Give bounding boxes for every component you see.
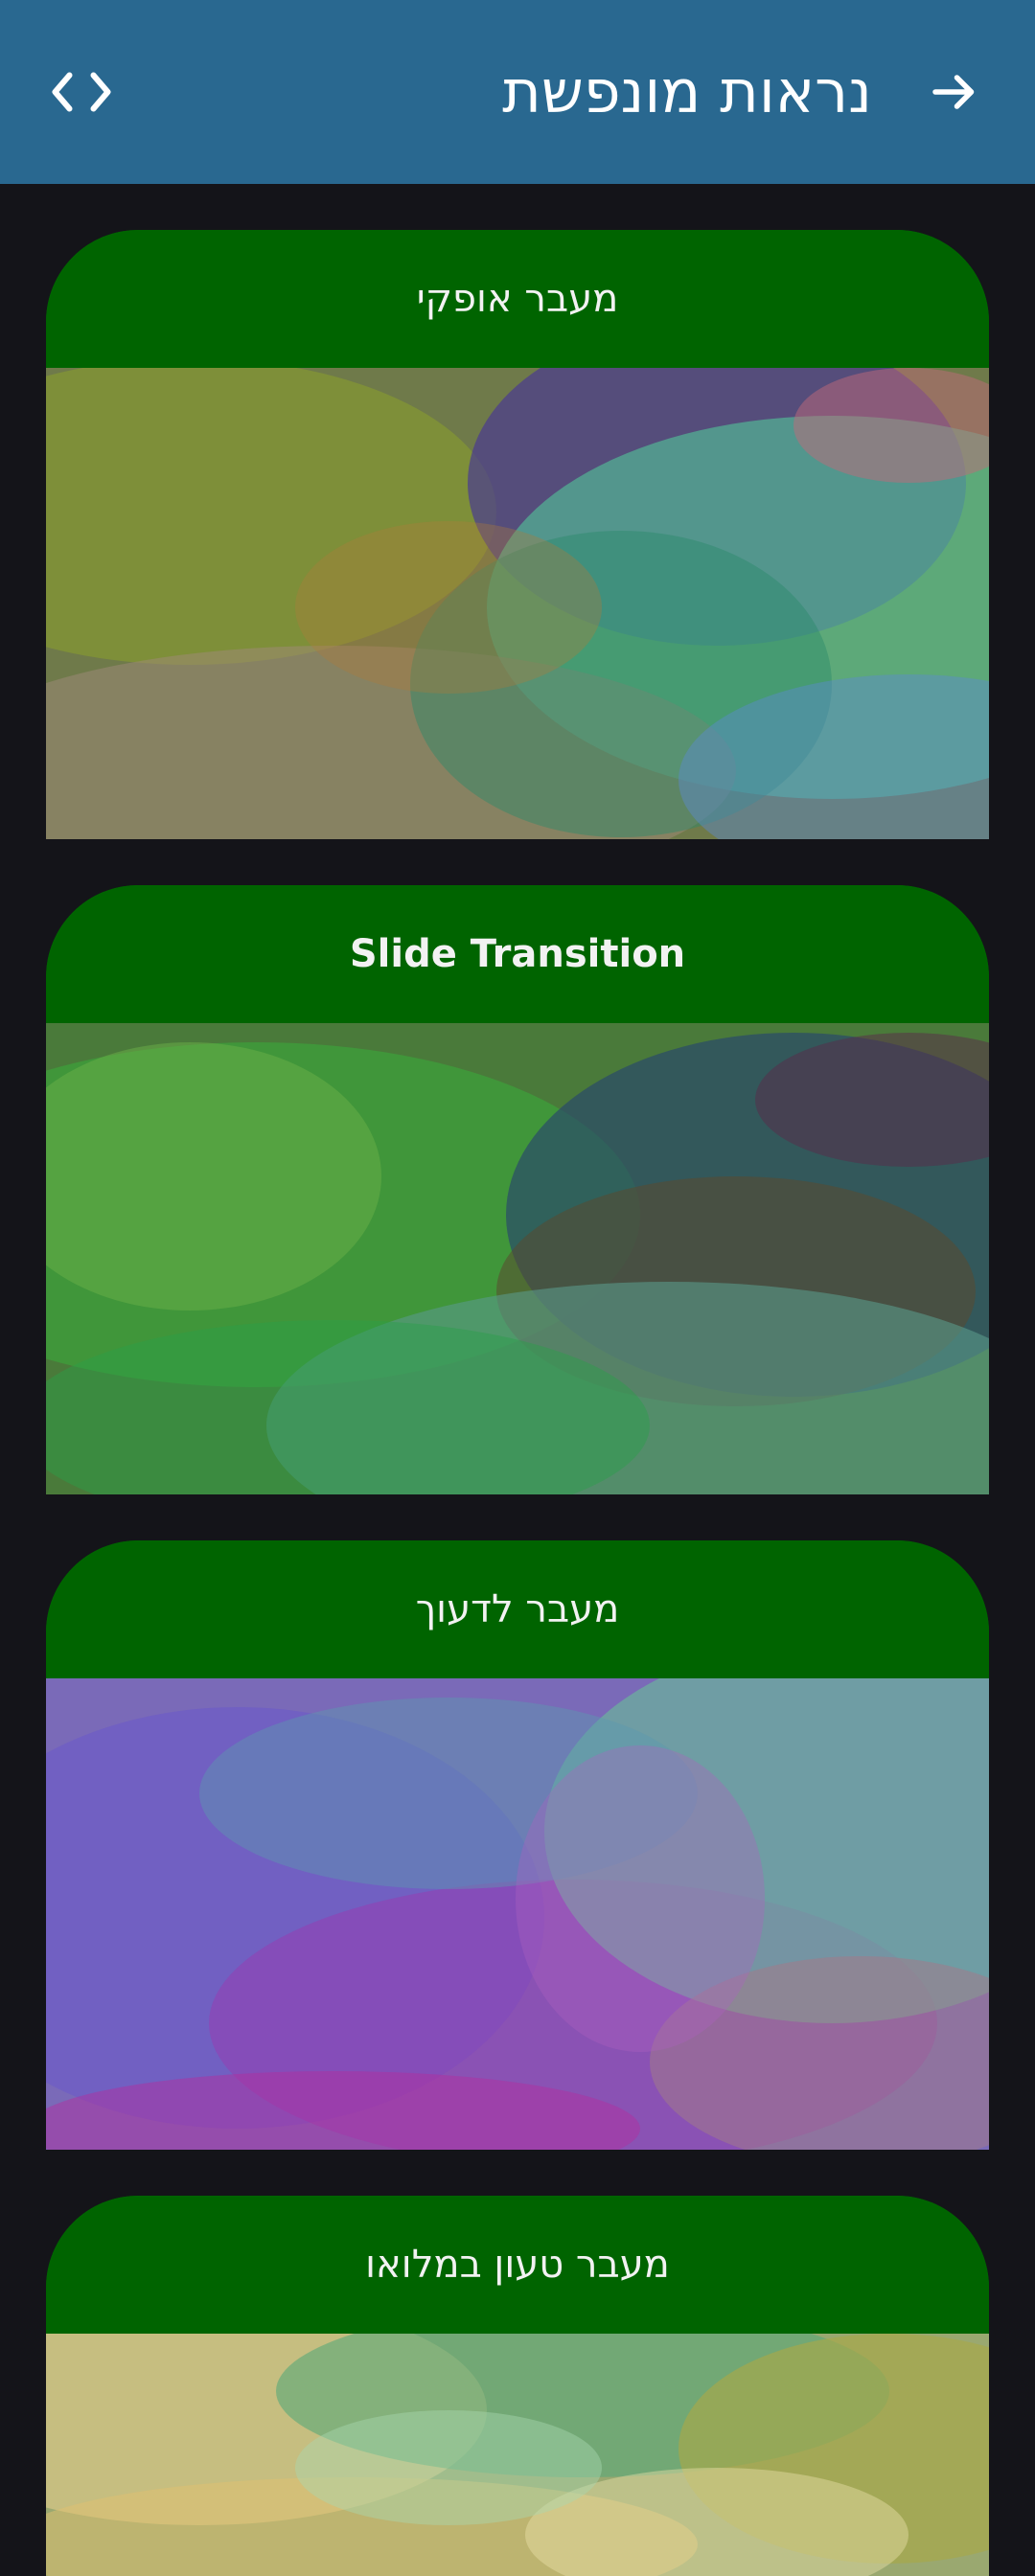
card-title: Slide Transition	[46, 885, 989, 1023]
card-title: מעבר טעון במלואו	[46, 2196, 989, 2334]
transition-card-fade[interactable]: מעבר לדעוך	[46, 1540, 989, 2150]
app-bar: נראות מונפשת	[0, 0, 1035, 184]
transition-card-slide[interactable]: Slide Transition	[46, 885, 989, 1494]
transition-card-horizontal[interactable]: מעבר אופקי	[46, 230, 989, 839]
animated-preview-image	[46, 368, 989, 839]
back-button[interactable]	[916, 54, 993, 130]
code-icon	[52, 72, 111, 112]
page-title: נראות מונפשת	[502, 57, 872, 126]
arrow-right-icon	[932, 75, 975, 109]
card-title: מעבר אופקי	[46, 230, 989, 368]
card-title: מעבר לדעוך	[46, 1540, 989, 1678]
animated-preview-image	[46, 1678, 989, 2150]
animated-preview-image	[46, 2334, 989, 2576]
transition-card-fully-loaded[interactable]: מעבר טעון במלואו	[46, 2196, 989, 2576]
view-code-button[interactable]	[38, 54, 125, 130]
transition-list: מעבר אופקי Slide Transition מעבר לדעוך מ…	[46, 230, 989, 2576]
animated-preview-image	[46, 1023, 989, 1494]
